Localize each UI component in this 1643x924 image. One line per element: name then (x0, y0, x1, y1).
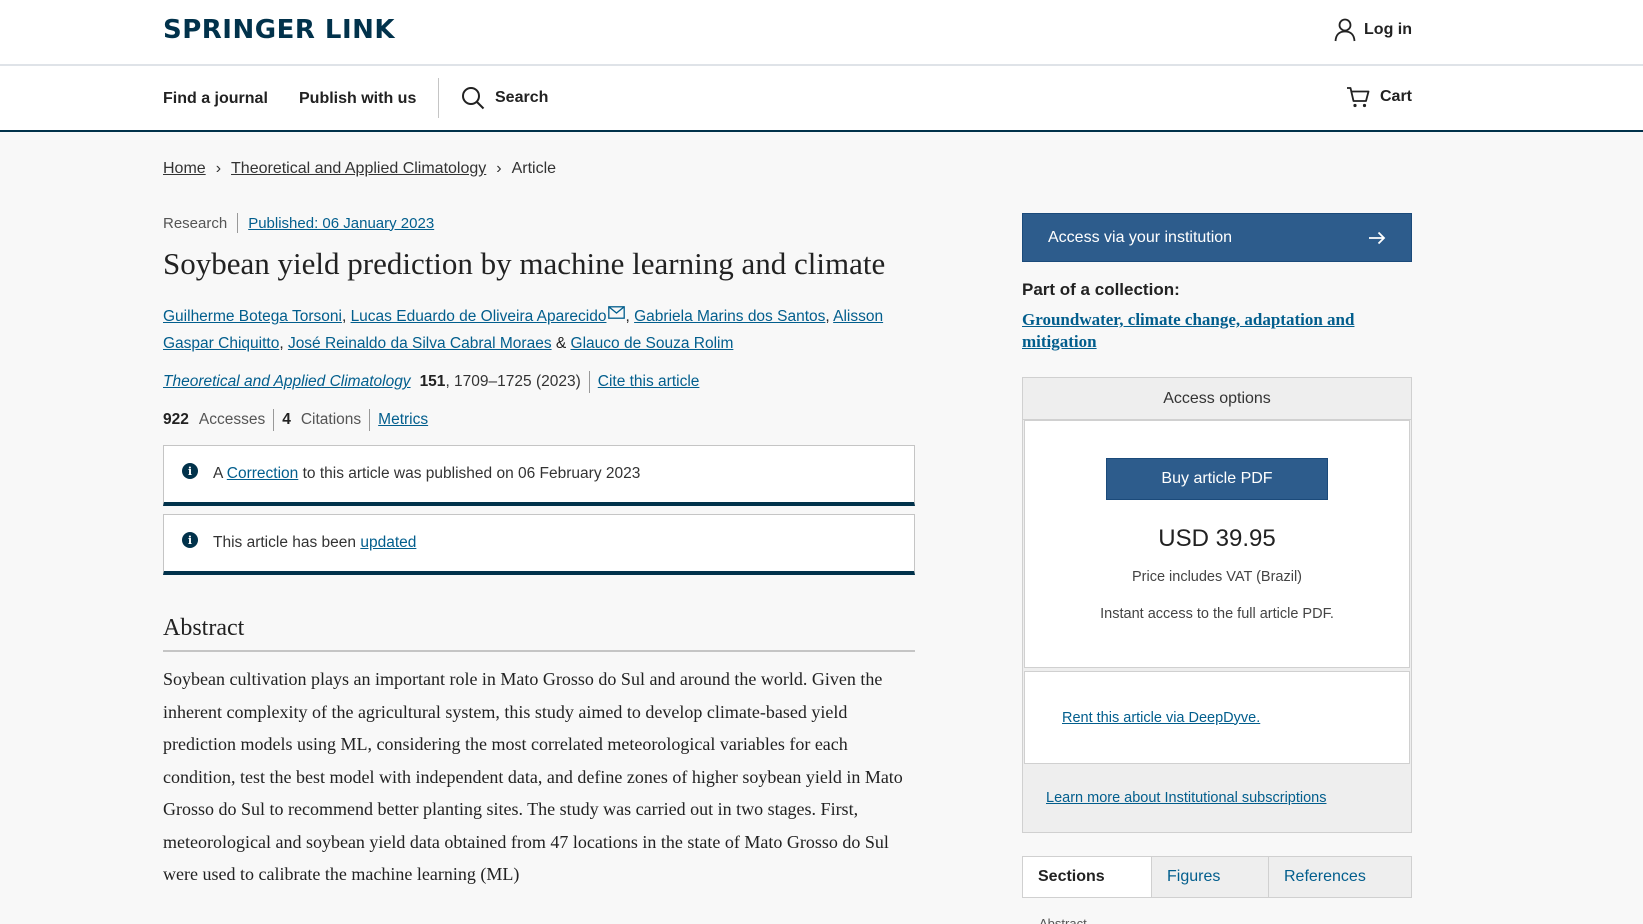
update-prefix: This article has been (213, 534, 357, 551)
publish-with-us-link[interactable]: Publish with us (299, 90, 416, 108)
login-label: Log in (1364, 21, 1412, 38)
divider (588, 371, 590, 393)
access-options-heading: Access options (1023, 378, 1411, 420)
author-link[interactable]: Guilherme Botega Torsoni (163, 308, 342, 325)
top-header: SPRINGER LINK Log in (0, 0, 1643, 66)
author-link[interactable]: José Reinaldo da Silva Cabral Moraes (288, 335, 552, 352)
metrics-line: 922 Accesses 4 Citations Metrics (163, 407, 915, 433)
price: USD 39.95 (1158, 525, 1276, 552)
vat-note: Price includes VAT (Brazil) (1131, 569, 1303, 585)
login-button[interactable]: Log in (1334, 18, 1412, 42)
search-label: Search (495, 89, 549, 106)
metrics-link[interactable]: Metrics (378, 411, 428, 429)
update-notice: i This article has been updated (163, 514, 915, 575)
breadcrumb: Home › Theoretical and Applied Climatolo… (163, 160, 556, 178)
divider (273, 409, 275, 431)
breadcrumb-current: Article (511, 160, 557, 177)
collection-link[interactable]: Groundwater, climate change, adaptation … (1022, 309, 1412, 353)
published-date-link[interactable]: Published: 06 January 2023 (248, 215, 434, 232)
search-button[interactable]: Search (461, 86, 548, 110)
article-main: Research Published: 06 January 2023 Soyb… (163, 210, 915, 891)
rent-panel: Rent this article via DeepDyve. (1024, 671, 1410, 764)
abstract-text: Soybean cultivation plays an important r… (163, 669, 903, 884)
tab-figures[interactable]: Figures (1152, 857, 1269, 897)
tab-sections[interactable]: Sections (1023, 857, 1152, 897)
accesses-count: 922 (163, 411, 189, 428)
divider (237, 213, 239, 233)
springer-link-logo[interactable]: SPRINGER LINK (163, 15, 395, 45)
sections-list-item[interactable]: Abstract (1039, 916, 1412, 924)
divider (369, 409, 371, 431)
updated-link[interactable]: updated (360, 534, 416, 551)
search-icon (462, 87, 485, 110)
accesses-label: Accesses (198, 411, 266, 428)
author-link[interactable]: Lucas Eduardo de Oliveira Aparecido (351, 308, 607, 325)
info-icon: i (182, 532, 198, 548)
collection-label: Part of a collection: (1022, 280, 1180, 299)
institution-button-label: Access via your institution (1048, 228, 1233, 246)
correction-suffix: to this article was published on 06 Febr… (302, 465, 641, 482)
institutional-subscriptions-link[interactable]: Learn more about Institutional subscript… (1046, 790, 1327, 806)
correction-notice: i A Correction to this article was publi… (163, 445, 915, 506)
pages-year: , 1709–1725 (2023) (445, 373, 581, 390)
correction-prefix: A (213, 465, 223, 482)
chevron-right-icon: › (496, 160, 502, 177)
chevron-right-icon: › (215, 160, 222, 177)
correction-link[interactable]: Correction (227, 465, 299, 482)
tab-references[interactable]: References (1269, 857, 1411, 897)
cart-icon (1346, 87, 1370, 108)
citation-line: Theoretical and Applied Climatology 151 … (163, 369, 915, 395)
author-link[interactable]: Gabriela Marins dos Santos (634, 308, 825, 325)
cite-article-link[interactable]: Cite this article (598, 373, 700, 391)
learn-panel: Learn more about Institutional subscript… (1023, 764, 1411, 832)
buy-panel: Buy article PDF USD 39.95 Price includes… (1024, 420, 1410, 668)
rent-deepdyve-link[interactable]: Rent this article via DeepDyve. (1062, 710, 1260, 726)
author-link[interactable]: Glauco de Souza Rolim (571, 335, 734, 352)
arrow-right-icon (1369, 231, 1386, 244)
breadcrumb-journal[interactable]: Theoretical and Applied Climatology (231, 160, 486, 178)
article-type: Research (163, 214, 228, 232)
article-meta: Research Published: 06 January 2023 (163, 210, 915, 236)
user-icon (1334, 18, 1356, 42)
volume: 151 (419, 373, 446, 390)
abstract-heading: Abstract (163, 615, 915, 652)
citations-label: Citations (300, 411, 362, 428)
cart-label: Cart (1379, 88, 1412, 105)
email-icon[interactable] (608, 306, 626, 319)
breadcrumb-home[interactable]: Home (163, 160, 206, 178)
find-journal-link[interactable]: Find a journal (163, 90, 268, 108)
journal-link[interactable]: Theoretical and Applied Climatology (163, 373, 411, 391)
info-icon: i (182, 463, 198, 479)
sidebar: Access via your institution Part of a co… (1022, 213, 1412, 924)
access-via-institution-button[interactable]: Access via your institution (1022, 213, 1412, 262)
article-title: Soybean yield prediction by machine lear… (163, 246, 886, 281)
access-options-box: Access options Buy article PDF USD 39.95… (1022, 377, 1412, 833)
author-list: Guilherme Botega Torsoni, Lucas Eduardo … (163, 306, 884, 352)
nav-divider (438, 78, 439, 118)
cart-button[interactable]: Cart (1346, 86, 1412, 108)
sidebar-tabs: Sections Figures References (1022, 856, 1412, 898)
citations-count: 4 (282, 411, 291, 428)
instant-access-note: Instant access to the full article PDF. (1100, 606, 1334, 622)
main-nav: Find a journal Publish with us Search Ca… (0, 66, 1643, 132)
buy-article-pdf-button[interactable]: Buy article PDF (1106, 458, 1328, 500)
